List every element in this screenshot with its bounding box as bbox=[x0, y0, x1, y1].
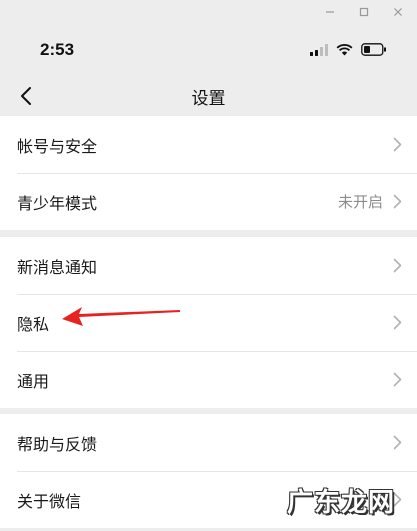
settings-item-notifications[interactable]: 新消息通知 bbox=[0, 237, 417, 294]
close-icon[interactable] bbox=[391, 5, 405, 19]
battery-icon bbox=[361, 41, 387, 60]
back-button[interactable] bbox=[12, 80, 40, 112]
watermark: 广东龙网 bbox=[286, 487, 395, 518]
back-chevron-icon bbox=[21, 87, 31, 105]
nav-bar: 设置 bbox=[0, 76, 417, 116]
chevron-right-icon bbox=[393, 435, 403, 451]
settings-item-label: 新消息通知 bbox=[17, 257, 98, 277]
settings-item-teen-mode[interactable]: 青少年模式 未开启 bbox=[0, 173, 417, 230]
settings-item-label: 通用 bbox=[17, 371, 50, 391]
chevron-right-icon bbox=[393, 137, 403, 153]
wifi-icon bbox=[336, 41, 353, 60]
settings-group-account: 帐号与安全 青少年模式 未开启 bbox=[0, 116, 417, 230]
minimize-icon[interactable] bbox=[323, 5, 337, 19]
annotation-arrow-icon bbox=[62, 307, 180, 326]
maximize-icon[interactable] bbox=[357, 5, 371, 19]
teen-mode-status: 未开启 bbox=[337, 193, 383, 211]
settings-item-label: 帮助与反馈 bbox=[17, 434, 98, 454]
settings-item-general[interactable]: 通用 bbox=[0, 351, 417, 408]
status-icons bbox=[310, 41, 387, 60]
window-titlebar bbox=[0, 0, 417, 24]
settings-item-account-security[interactable]: 帐号与安全 bbox=[0, 116, 417, 173]
chevron-right-icon bbox=[393, 258, 403, 274]
status-bar: 2:53 bbox=[0, 24, 417, 76]
chevron-right-icon bbox=[393, 315, 403, 331]
signal-icon bbox=[310, 41, 328, 60]
settings-item-label: 青少年模式 bbox=[17, 193, 98, 213]
settings-item-help-feedback[interactable]: 帮助与反馈 bbox=[0, 414, 417, 471]
chevron-right-icon bbox=[393, 372, 403, 388]
chevron-right-icon bbox=[393, 194, 403, 210]
settings-item-label: 帐号与安全 bbox=[17, 136, 98, 156]
page-title: 设置 bbox=[191, 88, 226, 109]
status-time: 2:53 bbox=[40, 40, 75, 59]
